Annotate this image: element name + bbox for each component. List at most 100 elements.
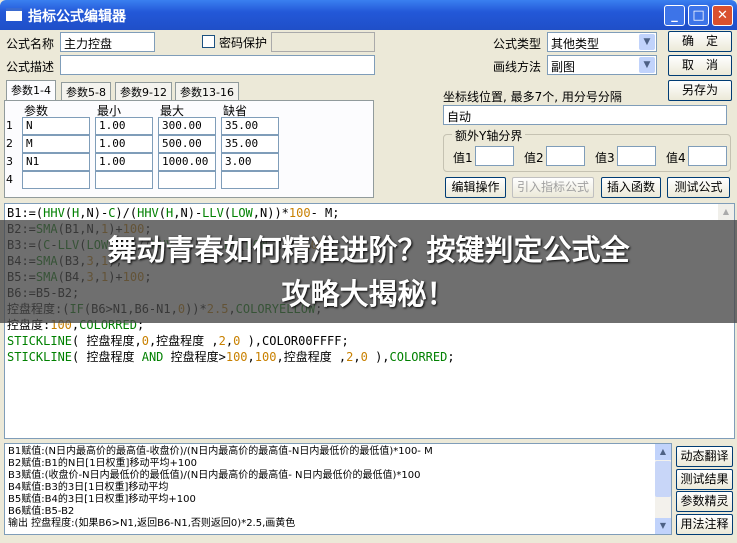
window-icon: [6, 8, 22, 21]
code-token: - M;: [310, 206, 340, 220]
translation-scrollbar[interactable]: ▲ ▼: [655, 444, 671, 534]
param-cell[interactable]: 35.00: [221, 135, 279, 153]
code-token: (: [158, 206, 167, 220]
translation-line: 输出 控盘程度:(如果B6>N1,返回B6-N1,否则返回0)*2.5,画黄色: [8, 518, 296, 529]
y-value-label: 值3: [595, 151, 615, 165]
param-cell[interactable]: 1.00: [95, 153, 153, 171]
param-cell[interactable]: 1.00: [95, 117, 153, 135]
code-token: LLV: [202, 206, 224, 220]
param-cell[interactable]: [22, 171, 90, 189]
code-token: AND: [141, 350, 164, 364]
code-token: ,N)-: [173, 206, 203, 220]
draw-method-value: 副图: [551, 60, 576, 74]
y-value-input[interactable]: [546, 146, 585, 166]
code-line: STICKLINE( 控盘程度,0,控盘程度 ,2,0 ),COLOR00FFF…: [7, 333, 732, 349]
code-token: ,: [247, 350, 255, 364]
code-token: ),: [367, 350, 390, 364]
chevron-down-icon[interactable]: ▼: [639, 34, 655, 50]
param-row-index: 4: [6, 173, 13, 186]
password-checkbox[interactable]: [202, 35, 215, 48]
param-wizard-button[interactable]: 参数精灵: [676, 491, 733, 512]
param-cell[interactable]: [221, 171, 279, 189]
insert-function-button[interactable]: 插入函数: [601, 177, 661, 198]
code-token: STICKLINE: [7, 334, 73, 348]
code-token: ,控盘程度 ,: [276, 350, 347, 364]
formula-name-input[interactable]: 主力控盘: [60, 32, 155, 52]
y-value-label: 值2: [524, 151, 544, 165]
code-token: ,: [353, 350, 361, 364]
param-cell[interactable]: 35.00: [221, 117, 279, 135]
code-token: COLORRED: [389, 350, 448, 364]
code-token: 0: [141, 334, 149, 348]
y-value-input[interactable]: [688, 146, 727, 166]
code-token: ( 控盘程度,: [72, 334, 142, 348]
close-button[interactable]: ✕: [712, 5, 733, 26]
param-cell[interactable]: N: [22, 117, 90, 135]
tab-params-1-4[interactable]: 参数1-4: [6, 80, 56, 101]
translation-output[interactable]: B1赋值:(N日内最高价的最高值-收盘价)/(N日内最高价的最高值-N日内最低价…: [4, 443, 672, 535]
translation-line: B1赋值:(N日内最高价的最高值-收盘价)/(N日内最高价的最高值-N日内最低价…: [8, 446, 433, 457]
code-token: HHV: [137, 206, 159, 220]
save-as-button[interactable]: 另存为: [668, 80, 732, 101]
code-token: ( 控盘程度: [72, 350, 142, 364]
dynamic-translate-button[interactable]: 动态翻译: [676, 446, 733, 467]
scroll-up-icon[interactable]: ▲: [718, 204, 734, 220]
translation-line: B2赋值:B1的N日[1日权重]移动平均+100: [8, 458, 197, 469]
window-title: 指标公式编辑器: [28, 9, 126, 25]
draw-method-label: 画线方法: [493, 60, 542, 74]
param-cell[interactable]: 500.00: [158, 135, 216, 153]
code-token: 2: [218, 334, 226, 348]
minimize-button[interactable]: _: [664, 5, 685, 26]
test-formula-button[interactable]: 测试公式: [667, 177, 730, 198]
code-token: 100: [225, 350, 248, 364]
param-cell[interactable]: [158, 171, 216, 189]
cancel-button[interactable]: 取 消: [668, 55, 732, 76]
y-value-input[interactable]: [475, 146, 514, 166]
param-cell[interactable]: 300.00: [158, 117, 216, 135]
banner-line-1: 舞动青春如何精准进阶？按键判定公式全: [107, 233, 630, 267]
formula-type-select[interactable]: 其他类型 ▼: [547, 32, 657, 52]
code-token: 0: [360, 350, 368, 364]
code-token: STICKLINE: [7, 350, 73, 364]
ok-button[interactable]: 确 定: [668, 31, 732, 52]
tab-params-9-12[interactable]: 参数9-12: [115, 82, 172, 100]
code-token: ,N))*: [252, 206, 289, 220]
tab-params-5-8[interactable]: 参数5-8: [61, 82, 111, 100]
usage-notes-button[interactable]: 用法注释: [676, 514, 733, 535]
code-token: LOW: [231, 206, 253, 220]
scroll-down-icon[interactable]: ▼: [655, 518, 671, 534]
param-cell[interactable]: N1: [22, 153, 90, 171]
edit-ops-button[interactable]: 编辑操作: [445, 177, 506, 198]
param-row-index: 1: [6, 119, 13, 132]
param-row-index: 3: [6, 155, 13, 168]
maximize-button[interactable]: □: [688, 5, 709, 26]
y-value-input[interactable]: [617, 146, 656, 166]
param-cell[interactable]: M: [22, 135, 90, 153]
password-input[interactable]: [271, 32, 375, 52]
y-value-label: 值1: [453, 151, 473, 165]
chevron-down-icon[interactable]: ▼: [639, 57, 655, 73]
param-cell[interactable]: [95, 171, 153, 189]
code-line: STICKLINE( 控盘程度 AND 控盘程度>100,100,控盘程度 ,2…: [7, 349, 732, 365]
y-axis-label: 额外Y轴分界: [452, 127, 526, 144]
code-token: )/(: [115, 206, 138, 220]
formula-desc-input[interactable]: [60, 55, 375, 75]
code-token: 100: [288, 206, 311, 220]
coord-line-input[interactable]: 自动: [443, 105, 727, 125]
banner-line-2: 攻略大揭秘！: [281, 277, 456, 311]
import-formula-button[interactable]: 引入指标公式: [512, 177, 594, 198]
code-token: HHV: [43, 206, 65, 220]
code-line: B1:=(HHV(H,N)-C)/(HHV(H,N)-LLV(LOW,N))*1…: [7, 205, 732, 221]
code-token: ,控盘程度 ,: [148, 334, 219, 348]
test-result-button[interactable]: 测试结果: [676, 469, 733, 490]
formula-desc-label: 公式描述: [6, 60, 55, 74]
translation-line: B5赋值:B4的3日[1日权重]移动平均+100: [8, 494, 196, 505]
draw-method-select[interactable]: 副图 ▼: [547, 55, 657, 75]
scroll-up-icon[interactable]: ▲: [655, 444, 671, 460]
param-cell[interactable]: 3.00: [221, 153, 279, 171]
tab-params-13-16[interactable]: 参数13-16: [175, 82, 239, 100]
y-value-label: 值4: [666, 151, 686, 165]
param-cell[interactable]: 1000.00: [158, 153, 216, 171]
param-cell[interactable]: 1.00: [95, 135, 153, 153]
scroll-thumb[interactable]: [655, 461, 671, 497]
